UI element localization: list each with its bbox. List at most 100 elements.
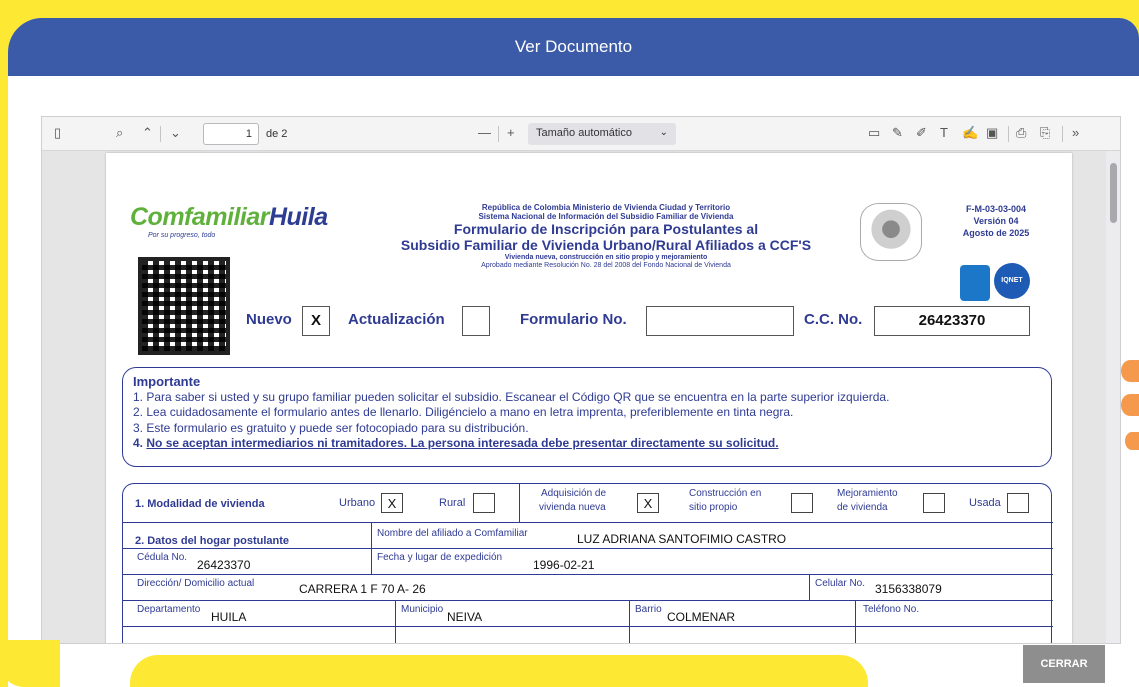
previous-page-icon[interactable]: ⌃ xyxy=(142,125,153,141)
toolbar-divider xyxy=(498,126,499,142)
mejoramiento-label-2: de vivienda xyxy=(837,502,888,513)
column-divider xyxy=(519,484,520,522)
row-divider xyxy=(123,600,1053,601)
zoom-select[interactable]: Tamaño automático ⌄ xyxy=(528,123,676,145)
sidebar-toggle-icon[interactable]: ▯ xyxy=(54,125,61,141)
pdf-page: ComfamiliarHuila Por su progreso, todo R… xyxy=(106,153,1072,643)
form-date: Agosto de 2025 xyxy=(962,228,1030,239)
column-divider xyxy=(629,600,630,643)
fecha-value: 1996-02-21 xyxy=(533,558,595,572)
comfamiliar-logo: ComfamiliarHuila Por su progreso, todo xyxy=(130,203,328,239)
direccion-value: CARRERA 1 F 70 A- 26 xyxy=(299,582,426,596)
form-title-2: Subsidio Familiar de Vivienda Urbano/Rur… xyxy=(400,237,812,254)
adquisicion-label-1: Adquisición de xyxy=(541,488,607,499)
rural-checkbox xyxy=(473,493,495,513)
important-item-4-number: 4. xyxy=(133,436,144,450)
decorative-dot xyxy=(1121,360,1139,382)
next-page-icon[interactable]: ⌄ xyxy=(170,125,181,141)
mejoramiento-label-1: Mejoramiento xyxy=(837,488,898,499)
logo-tagline: Por su progreso, todo xyxy=(148,232,216,239)
row-divider xyxy=(123,574,1053,575)
decorative-dot xyxy=(1125,432,1139,450)
column-divider xyxy=(395,600,396,643)
urbano-label: Urbano xyxy=(339,497,376,509)
important-item-1: 1. Para saber si usted y su grupo famili… xyxy=(133,389,890,404)
edit-icon[interactable]: ✎ xyxy=(892,125,903,141)
important-item-2: 2. Lea cuidadosamente el formulario ante… xyxy=(133,405,794,419)
form-code-id: F-M-03-03-004 xyxy=(965,204,1027,214)
zoom-select-value: Tamaño automático xyxy=(536,127,632,139)
row-divider xyxy=(123,548,1053,549)
form-code: F-M-03-03-004 Versión 04 Agosto de 2025 xyxy=(946,203,1046,239)
cc-label: C.C. No. xyxy=(804,311,863,328)
nuevo-checkbox: X xyxy=(302,306,330,336)
afiliado-value: LUZ ADRIANA SANTOFIMIO CASTRO xyxy=(577,532,787,546)
celular-value: 3156338079 xyxy=(875,582,942,596)
column-divider xyxy=(855,600,856,643)
municipio-value: NEIVA xyxy=(447,610,483,624)
form-sections: 1. Modalidad de vivienda Urbano X Rural … xyxy=(122,483,1053,643)
decorative-yellow-bar xyxy=(130,655,868,687)
barrio-value: COLMENAR xyxy=(667,610,736,624)
form-title-1: Formulario de Inscripción para Postulant… xyxy=(453,221,759,238)
fecha-label: Fecha y lugar de expedición xyxy=(377,552,503,563)
icontec-badge-icon xyxy=(960,265,990,301)
important-item-4-text: No se aceptan intermediarios ni tramitad… xyxy=(146,436,779,450)
scrollbar-thumb[interactable] xyxy=(1110,163,1117,223)
construccion-label-1: Construcción en xyxy=(689,488,762,499)
row-divider xyxy=(123,626,1053,627)
header-line-1: República de Colombia Ministerio de Vivi… xyxy=(481,203,731,212)
more-icon[interactable]: » xyxy=(1072,125,1079,141)
important-title: Importante xyxy=(133,374,201,389)
construccion-label-2: sitio propio xyxy=(689,502,738,513)
barrio-label: Barrio xyxy=(635,604,662,615)
pdf-toolbar: ▯ ⌕ ⌃ ⌄ 1 de 2 — + Tamaño automático ⌄ ▭… xyxy=(42,117,1120,151)
comment-icon[interactable]: ▭ xyxy=(868,125,880,141)
adquisicion-checkbox: X xyxy=(637,493,659,513)
ink-icon[interactable]: ✍ xyxy=(962,125,978,141)
modal-title: Ver Documento xyxy=(514,37,633,56)
logo-text-1: Comfamiliar xyxy=(130,203,269,231)
departamento-value: HUILA xyxy=(211,610,247,624)
zoom-out-button[interactable]: — xyxy=(478,125,491,141)
document-modal: Ver Documento ▯ ⌕ ⌃ ⌄ 1 de 2 — + Tamaño … xyxy=(8,18,1139,687)
important-notice: Importante 1. Para saber si usted y su g… xyxy=(122,367,1052,467)
nuevo-label: Nuevo xyxy=(246,311,292,328)
image-icon[interactable]: ▣ xyxy=(986,125,998,141)
pdf-viewer: ▯ ⌕ ⌃ ⌄ 1 de 2 — + Tamaño automático ⌄ ▭… xyxy=(41,116,1121,644)
cedula-value: 26423370 xyxy=(197,558,251,572)
row-divider xyxy=(123,522,1053,523)
toolbar-divider xyxy=(1008,126,1009,142)
telefono-label: Teléfono No. xyxy=(863,604,920,615)
column-divider xyxy=(809,574,810,600)
municipio-label: Municipio xyxy=(401,604,444,615)
toolbar-divider xyxy=(1062,126,1063,142)
modal-header: Ver Documento xyxy=(8,18,1139,76)
iqnet-badge: IQNET xyxy=(994,263,1030,299)
scrollbar[interactable] xyxy=(1106,151,1120,643)
close-button[interactable]: CERRAR xyxy=(1023,645,1105,683)
save-icon[interactable]: ⎘ xyxy=(1040,125,1050,141)
actualizacion-label: Actualización xyxy=(348,311,445,328)
adquisicion-label-2: vivienda nueva xyxy=(539,502,606,513)
draw-icon[interactable]: ✐ xyxy=(916,125,927,141)
coat-of-arms-seal xyxy=(860,203,922,261)
frame-bottom xyxy=(0,640,60,687)
qr-code xyxy=(138,257,230,355)
cedula-label: Cédula No. xyxy=(137,552,188,563)
search-icon[interactable]: ⌕ xyxy=(116,125,123,141)
zoom-in-button[interactable]: + xyxy=(507,125,515,141)
chevron-down-icon: ⌄ xyxy=(659,127,668,138)
formulario-label: Formulario No. xyxy=(520,311,627,328)
print-icon[interactable]: ⎙ xyxy=(1016,125,1026,141)
header-line-2: Sistema Nacional de Información del Subs… xyxy=(478,212,734,222)
construccion-checkbox xyxy=(791,493,813,513)
usada-checkbox xyxy=(1007,493,1029,513)
formulario-number-box xyxy=(646,306,794,336)
header-line-3: Vivienda nueva, construcción en sitio pr… xyxy=(504,253,708,261)
direccion-label: Dirección/ Domicilio actual xyxy=(137,578,255,589)
text-icon[interactable]: T xyxy=(940,125,948,141)
toolbar-divider xyxy=(160,126,161,142)
page-number-input[interactable]: 1 xyxy=(203,123,259,145)
section-2-label: 2. Datos del hogar postulante xyxy=(135,535,290,547)
